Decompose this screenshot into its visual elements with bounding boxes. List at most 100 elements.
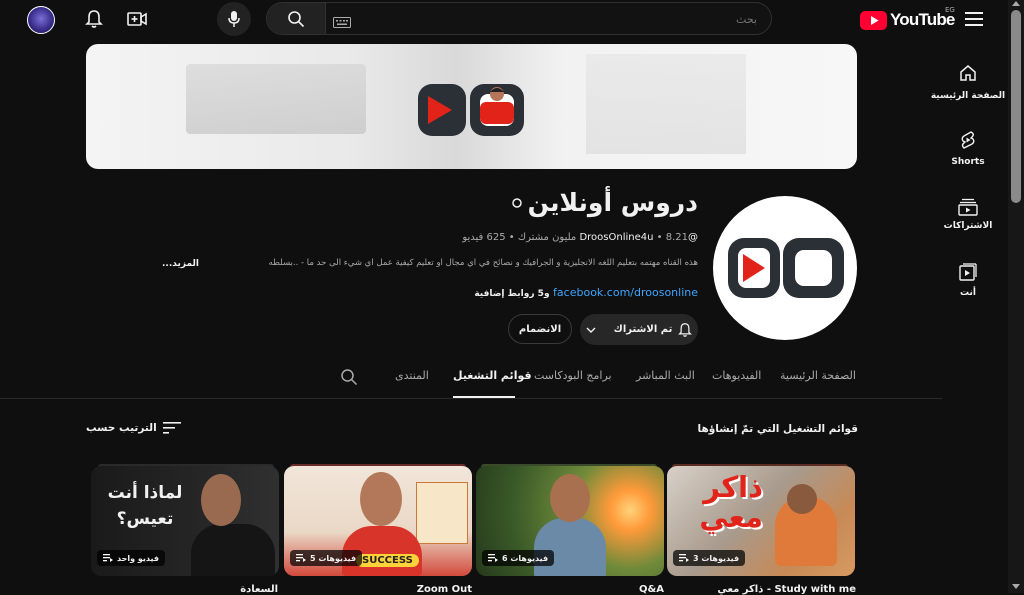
sidebar-item-you[interactable]: أنت: [928, 263, 1008, 298]
thumb-text: ذاكر معي: [699, 470, 763, 534]
home-icon: [960, 65, 976, 81]
search-button[interactable]: [267, 3, 326, 34]
extra-links[interactable]: و5 روابط إضافية: [474, 289, 549, 299]
channel-meta: @DroosOnline4u • 8.21 مليون مشترك • 625 …: [462, 232, 698, 243]
thumb-chart: [416, 482, 468, 544]
banner-desk: [186, 64, 366, 134]
search-input[interactable]: [359, 6, 759, 32]
thumb-head: [360, 472, 402, 526]
channel-avatar[interactable]: [713, 196, 857, 340]
meta-separator: •: [505, 232, 515, 243]
join-button[interactable]: الانضمام: [508, 314, 572, 344]
top-bar: YouTube EG: [0, 0, 1008, 40]
playlist-title[interactable]: السعادة: [240, 584, 278, 595]
tab-podcasts[interactable]: برامج البودكاست: [534, 369, 612, 382]
scrollbar-thumb[interactable]: [1011, 10, 1021, 203]
you-icon: [959, 263, 977, 281]
video-count-badge: 5 فيديوهات: [290, 550, 363, 566]
notifications-button[interactable]: [82, 7, 106, 31]
tabs-divider: [0, 398, 942, 399]
video-count-label: 3 فيديوهات: [693, 553, 740, 563]
country-code: EG: [945, 6, 955, 14]
search-bar: [266, 2, 772, 35]
video-count-label: 5 فيديوهات: [310, 553, 357, 563]
keyboard-icon[interactable]: [333, 13, 351, 28]
playlist-icon: [488, 554, 498, 562]
playlist-card[interactable]: لماذا أنت تعيس؟ فيديو واحد: [91, 466, 279, 576]
channel-logo-icon: [728, 238, 844, 298]
facebook-link[interactable]: facebook.com/droosonline: [553, 286, 698, 299]
verified-icon: [511, 197, 522, 208]
playlist-title[interactable]: Study with me - ذاكر معي: [717, 584, 856, 595]
menu-icon[interactable]: [961, 8, 987, 30]
bell-icon: [678, 322, 693, 337]
thumb-head: [550, 474, 590, 522]
thumb-head: [787, 484, 817, 514]
tab-videos[interactable]: الفيديوهات: [712, 369, 761, 382]
sort-label: الترتيب حسب: [86, 422, 157, 434]
playlist-title[interactable]: Q&A: [639, 584, 664, 595]
video-count: 625 فيديو: [462, 232, 506, 243]
youtube-play-icon: [860, 10, 887, 30]
microphone-icon: [228, 11, 240, 27]
tab-home[interactable]: الصفحة الرئيسية: [780, 369, 856, 382]
shorts-icon: [961, 131, 975, 149]
sidebar-item-home[interactable]: الصفحة الرئيسية: [928, 64, 1008, 101]
scroll-down-arrow[interactable]: [1012, 584, 1020, 589]
sidebar-item-label: الاشتراكات: [943, 221, 993, 231]
sidebar-item-subscriptions[interactable]: الاشتراكات: [928, 198, 1008, 231]
video-count-badge: 3 فيديوهات: [673, 550, 746, 566]
sidebar-item-shorts[interactable]: Shorts: [928, 130, 1008, 167]
sidebar-item-label: الصفحة الرئيسية: [930, 91, 1006, 101]
search-icon: [341, 369, 358, 386]
description-text: هذه القناه مهتمه بتعليم اللغه الانجليزية…: [268, 258, 698, 268]
subscriptions-icon: [958, 198, 978, 216]
thumb-figure: [534, 518, 606, 576]
sort-button[interactable]: الترتيب حسب: [86, 421, 181, 435]
playlist-card[interactable]: SUCCESS 5 فيديوهات: [284, 466, 472, 576]
channel-links: facebook.com/droosonline و5 روابط إضافية: [474, 286, 698, 299]
tab-playlists[interactable]: قوائم التشغيل: [453, 369, 532, 382]
playlist-card[interactable]: 6 فيديوهات: [476, 466, 664, 576]
thumb-head: [201, 474, 241, 526]
channel-logo-icon: [418, 84, 524, 136]
subscribe-label: تم الاشتراك: [613, 324, 673, 335]
thumb-text: SUCCESS: [356, 554, 419, 567]
join-label: الانضمام: [518, 323, 562, 335]
section-title: قوائم التشغيل التي تمّ إنشاؤها: [697, 423, 859, 435]
channel-name: دروس أونلاين: [511, 188, 698, 217]
tab-community[interactable]: المنتدى: [395, 369, 429, 382]
playlist-card[interactable]: ذاكر معي 3 فيديوهات: [667, 466, 855, 576]
subscribe-button[interactable]: تم الاشتراك: [580, 314, 698, 345]
video-count-label: 6 فيديوهات: [502, 553, 549, 563]
chevron-down-icon: [586, 327, 596, 333]
banner-shelf: [586, 54, 746, 154]
channel-banner: [86, 44, 857, 169]
channel-description[interactable]: هذه القناه مهتمه بتعليم اللغه الانجليزية…: [158, 258, 698, 274]
scroll-up-arrow[interactable]: [1012, 1, 1020, 6]
thumb-figure: [191, 524, 275, 576]
more-link[interactable]: ...المزيد: [158, 259, 199, 269]
search-icon: [288, 10, 305, 27]
channel-title: دروس أونلاين: [527, 188, 698, 217]
video-count-label: فيديو واحد: [117, 553, 160, 563]
meta-separator: •: [656, 232, 666, 243]
create-video-icon: [127, 12, 147, 26]
sort-icon: [162, 422, 181, 434]
video-count-badge: فيديو واحد: [97, 550, 166, 566]
thumb-text: لماذا أنت تعيس؟: [107, 483, 183, 529]
playlist-icon: [296, 554, 306, 562]
channel-search-button[interactable]: [340, 368, 360, 388]
create-button[interactable]: [124, 8, 150, 30]
youtube-logo[interactable]: YouTube: [860, 9, 956, 31]
video-count-badge: 6 فيديوهات: [482, 550, 555, 566]
sidebar-item-label: أنت: [960, 288, 976, 298]
playlist-title[interactable]: Zoom Out: [417, 584, 472, 595]
voice-search-button[interactable]: [217, 2, 251, 36]
playlist-icon: [103, 554, 113, 562]
tab-live[interactable]: البث المباشر: [636, 369, 695, 382]
bell-icon: [85, 10, 103, 28]
account-avatar[interactable]: [27, 6, 55, 34]
page-scrollbar[interactable]: [1008, 0, 1024, 593]
playlist-icon: [679, 554, 689, 562]
